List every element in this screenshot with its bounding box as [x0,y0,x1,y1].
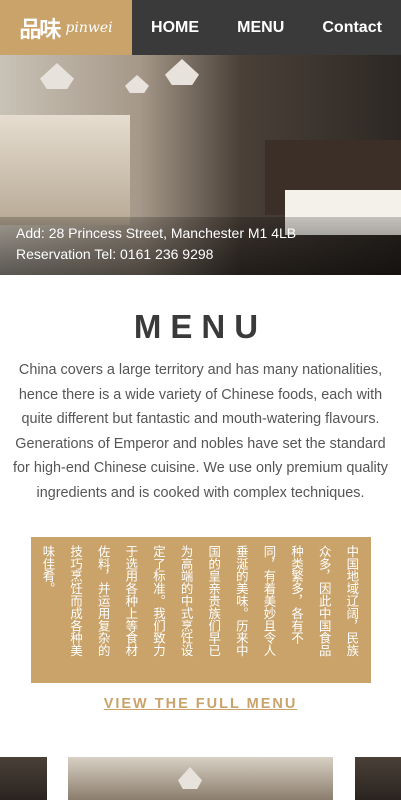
chinese-text-column: 国的皇亲贵族们早已 [206,545,222,657]
hero-reservation-tel: Reservation Tel: 0161 236 9298 [16,246,214,262]
site-header: 品味 pinwei HOME MENU Contact [0,0,401,55]
hero-info-overlay: Add: 28 Princess Street, Manchester M1 4… [0,217,401,275]
menu-section-title: MENU [133,308,268,345]
chinese-text-column: 味佳肴。 [41,545,56,595]
logo-chinese-text: 品味 [19,16,61,43]
pendant-lamp-icon [40,63,74,89]
chinese-text-column: 众多，因此中国食品 [317,545,333,657]
chinese-text-column: 垂涎的美味。历来中 [234,545,250,657]
chinese-text-column: 定了标准。我们致力 [151,545,167,657]
chinese-text-column: 于选用各种上等食材 [123,545,139,657]
chinese-text-column: 中国地域辽阔，民族 [344,545,360,657]
view-full-menu-link[interactable]: VIEW THE FULL MENU [0,696,401,712]
hero-wall-decor [0,115,130,225]
chinese-intro-box: 中国地域辽阔，民族 众多，因此中国食品 种类繁多，各有不 同，有着美妙且令人 垂… [31,537,371,683]
chinese-text-column: 佐料，并运用复杂的 [96,545,112,657]
menu-intro-text: China covers a large territory and has m… [13,362,388,501]
pendant-lamp-icon [165,59,199,85]
gallery-thumb-left[interactable] [0,757,47,800]
chinese-text-column: 技巧烹饪而成各种美 [68,545,84,657]
nav-home-link[interactable]: HOME [151,19,199,37]
nav-menu-link[interactable]: MENU [237,19,284,37]
main-nav: HOME MENU Contact [132,0,401,55]
chinese-text-column: 为高端的中式烹饪设 [179,545,195,657]
hero-address: Add: 28 Princess Street, Manchester M1 4… [16,225,297,241]
nav-contact-link[interactable]: Contact [322,19,382,37]
chinese-text-column: 同，有着美妙且令人 [262,545,277,657]
gallery-thumb-center[interactable] [68,757,333,800]
hero-restaurant-image: Add: 28 Princess Street, Manchester M1 4… [0,55,401,275]
pendant-lamp-icon [125,75,149,93]
logo-english-text: pinwei [65,19,113,36]
chinese-text-column: 种类繁多，各有不 [289,545,305,645]
logo[interactable]: 品味 pinwei [0,0,132,55]
gallery-thumb-right[interactable] [355,757,401,800]
pendant-lamp-icon [178,767,202,789]
